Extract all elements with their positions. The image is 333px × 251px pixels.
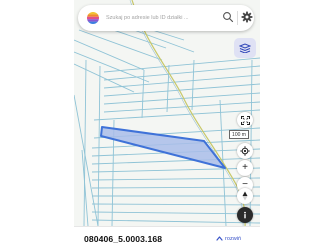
zoom-in-button[interactable]: + <box>237 160 253 176</box>
layers-icon <box>239 43 251 53</box>
search-icon[interactable] <box>222 11 234 23</box>
gps-icon <box>240 146 250 156</box>
expand-label: rozwiń <box>225 235 242 242</box>
fullscreen-icon <box>240 115 250 125</box>
fullscreen-button[interactable] <box>237 112 253 128</box>
expand-button[interactable]: rozwiń <box>216 235 241 242</box>
layers-button[interactable] <box>234 38 256 58</box>
search-bar[interactable] <box>78 5 254 31</box>
app-logo <box>87 12 99 24</box>
parcel-lines <box>74 17 260 227</box>
map-view[interactable]: 100 m + − <box>74 0 260 250</box>
search-divider <box>237 11 238 25</box>
search-input[interactable] <box>106 15 202 21</box>
zoom-in-label: + <box>242 162 248 173</box>
info-icon <box>244 211 246 219</box>
compass-icon <box>242 191 248 201</box>
map-canvas[interactable] <box>74 0 260 250</box>
parcel-id: 080406_5.0003.168 <box>84 234 163 244</box>
gear-icon[interactable] <box>241 11 253 23</box>
map-scale: 100 m <box>229 130 249 139</box>
info-button[interactable] <box>237 207 253 223</box>
expand-icon <box>216 236 223 241</box>
compass-button[interactable] <box>237 188 253 204</box>
locate-button[interactable] <box>237 143 253 159</box>
parcel-panel[interactable]: 080406_5.0003.168 rozwiń <box>74 226 260 251</box>
